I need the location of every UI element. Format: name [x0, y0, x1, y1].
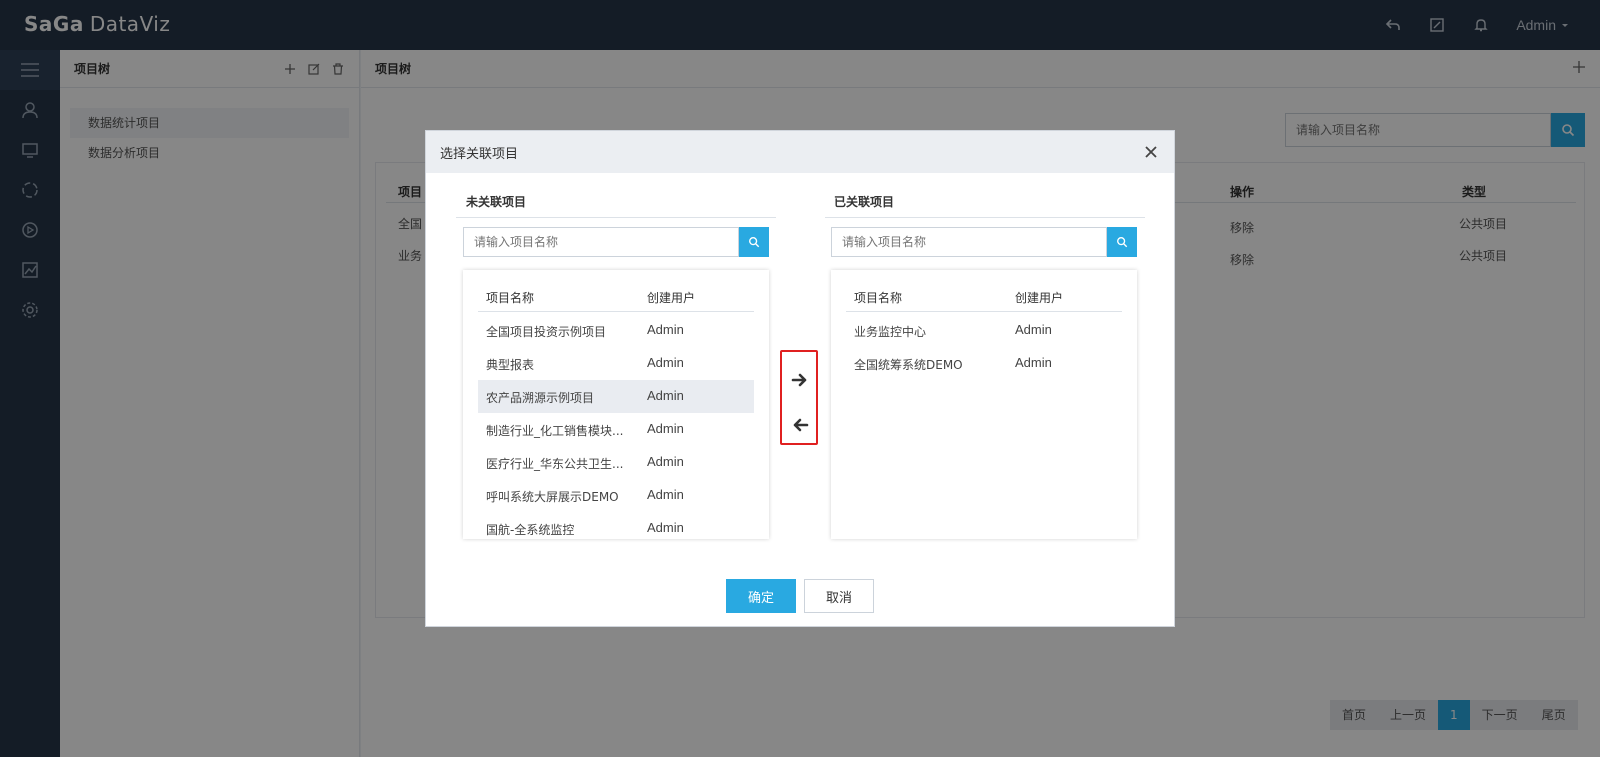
- item-user: Admin: [647, 520, 684, 535]
- unlinked-title: 未关联项目: [466, 195, 527, 209]
- confirm-button[interactable]: 确定: [726, 579, 796, 613]
- item-user: Admin: [647, 355, 684, 370]
- unlinked-search: [463, 227, 769, 257]
- dialog-title: 选择关联项目: [440, 146, 519, 162]
- linked-list[interactable]: 项目名称 创建用户 业务监控中心 Admin 全国统筹系统DEMO Admin: [831, 270, 1137, 539]
- item-user: Admin: [647, 454, 684, 469]
- list-item[interactable]: 业务监控中心 Admin: [846, 314, 1122, 347]
- item-user: Admin: [647, 322, 684, 337]
- list-item-selected[interactable]: 农产品溯源示例项目 Admin: [478, 380, 754, 413]
- col-user: 创建用户: [1015, 291, 1064, 305]
- col-name: 项目名称: [854, 291, 903, 305]
- item-user: Admin: [647, 388, 684, 403]
- item-name: 制造行业_化工销售模块...: [486, 424, 624, 438]
- list-header: 项目名称 创建用户: [846, 282, 1122, 312]
- item-name: 典型报表: [486, 358, 535, 372]
- arrow-left-icon[interactable]: [790, 415, 810, 435]
- list-item[interactable]: 制造行业_化工销售模块... Admin: [478, 413, 754, 446]
- list-item[interactable]: 全国统筹系统DEMO Admin: [846, 347, 1122, 380]
- cancel-button[interactable]: 取消: [804, 579, 874, 613]
- list-item[interactable]: 医疗行业_华东公共卫生... Admin: [478, 446, 754, 479]
- item-name: 医疗行业_华东公共卫生...: [486, 457, 624, 471]
- item-name: 全国项目投资示例项目: [486, 325, 607, 339]
- list-item[interactable]: 呼叫系统大屏展示DEMO Admin: [478, 479, 754, 512]
- linked-search-input[interactable]: [831, 227, 1107, 257]
- item-name: 全国统筹系统DEMO: [854, 358, 963, 372]
- list-item[interactable]: 全国项目投资示例项目 Admin: [478, 314, 754, 347]
- item-name: 业务监控中心: [854, 325, 927, 339]
- item-user: Admin: [647, 487, 684, 502]
- select-project-dialog: 选择关联项目 未关联项目 项目名称 创建用户 全国项目投资示例项目 Admin …: [425, 130, 1175, 627]
- linked-title: 已关联项目: [834, 195, 895, 209]
- item-user: Admin: [1015, 322, 1052, 337]
- item-name: 国航-全系统监控: [486, 523, 575, 537]
- list-item[interactable]: 国航-全系统监控 Admin: [478, 512, 754, 539]
- arrow-right-icon[interactable]: [790, 370, 810, 390]
- col-name: 项目名称: [486, 291, 535, 305]
- divider: [456, 217, 776, 218]
- unlinked-search-input[interactable]: [463, 227, 739, 257]
- search-icon: [749, 237, 760, 248]
- close-icon[interactable]: [1142, 143, 1160, 161]
- item-user: Admin: [1015, 355, 1052, 370]
- unlinked-list[interactable]: 项目名称 创建用户 全国项目投资示例项目 Admin 典型报表 Admin 农产…: [463, 270, 769, 539]
- item-name: 呼叫系统大屏展示DEMO: [486, 490, 619, 504]
- item-name: 农产品溯源示例项目: [486, 391, 595, 405]
- search-icon: [1117, 237, 1128, 248]
- item-user: Admin: [647, 421, 684, 436]
- transfer-controls: [780, 350, 818, 445]
- search-button[interactable]: [739, 227, 769, 257]
- col-user: 创建用户: [647, 291, 696, 305]
- list-item[interactable]: 典型报表 Admin: [478, 347, 754, 380]
- search-button[interactable]: [1107, 227, 1137, 257]
- dialog-header: 选择关联项目: [426, 131, 1174, 173]
- divider: [825, 217, 1145, 218]
- linked-search: [831, 227, 1137, 257]
- list-header: 项目名称 创建用户: [478, 282, 754, 312]
